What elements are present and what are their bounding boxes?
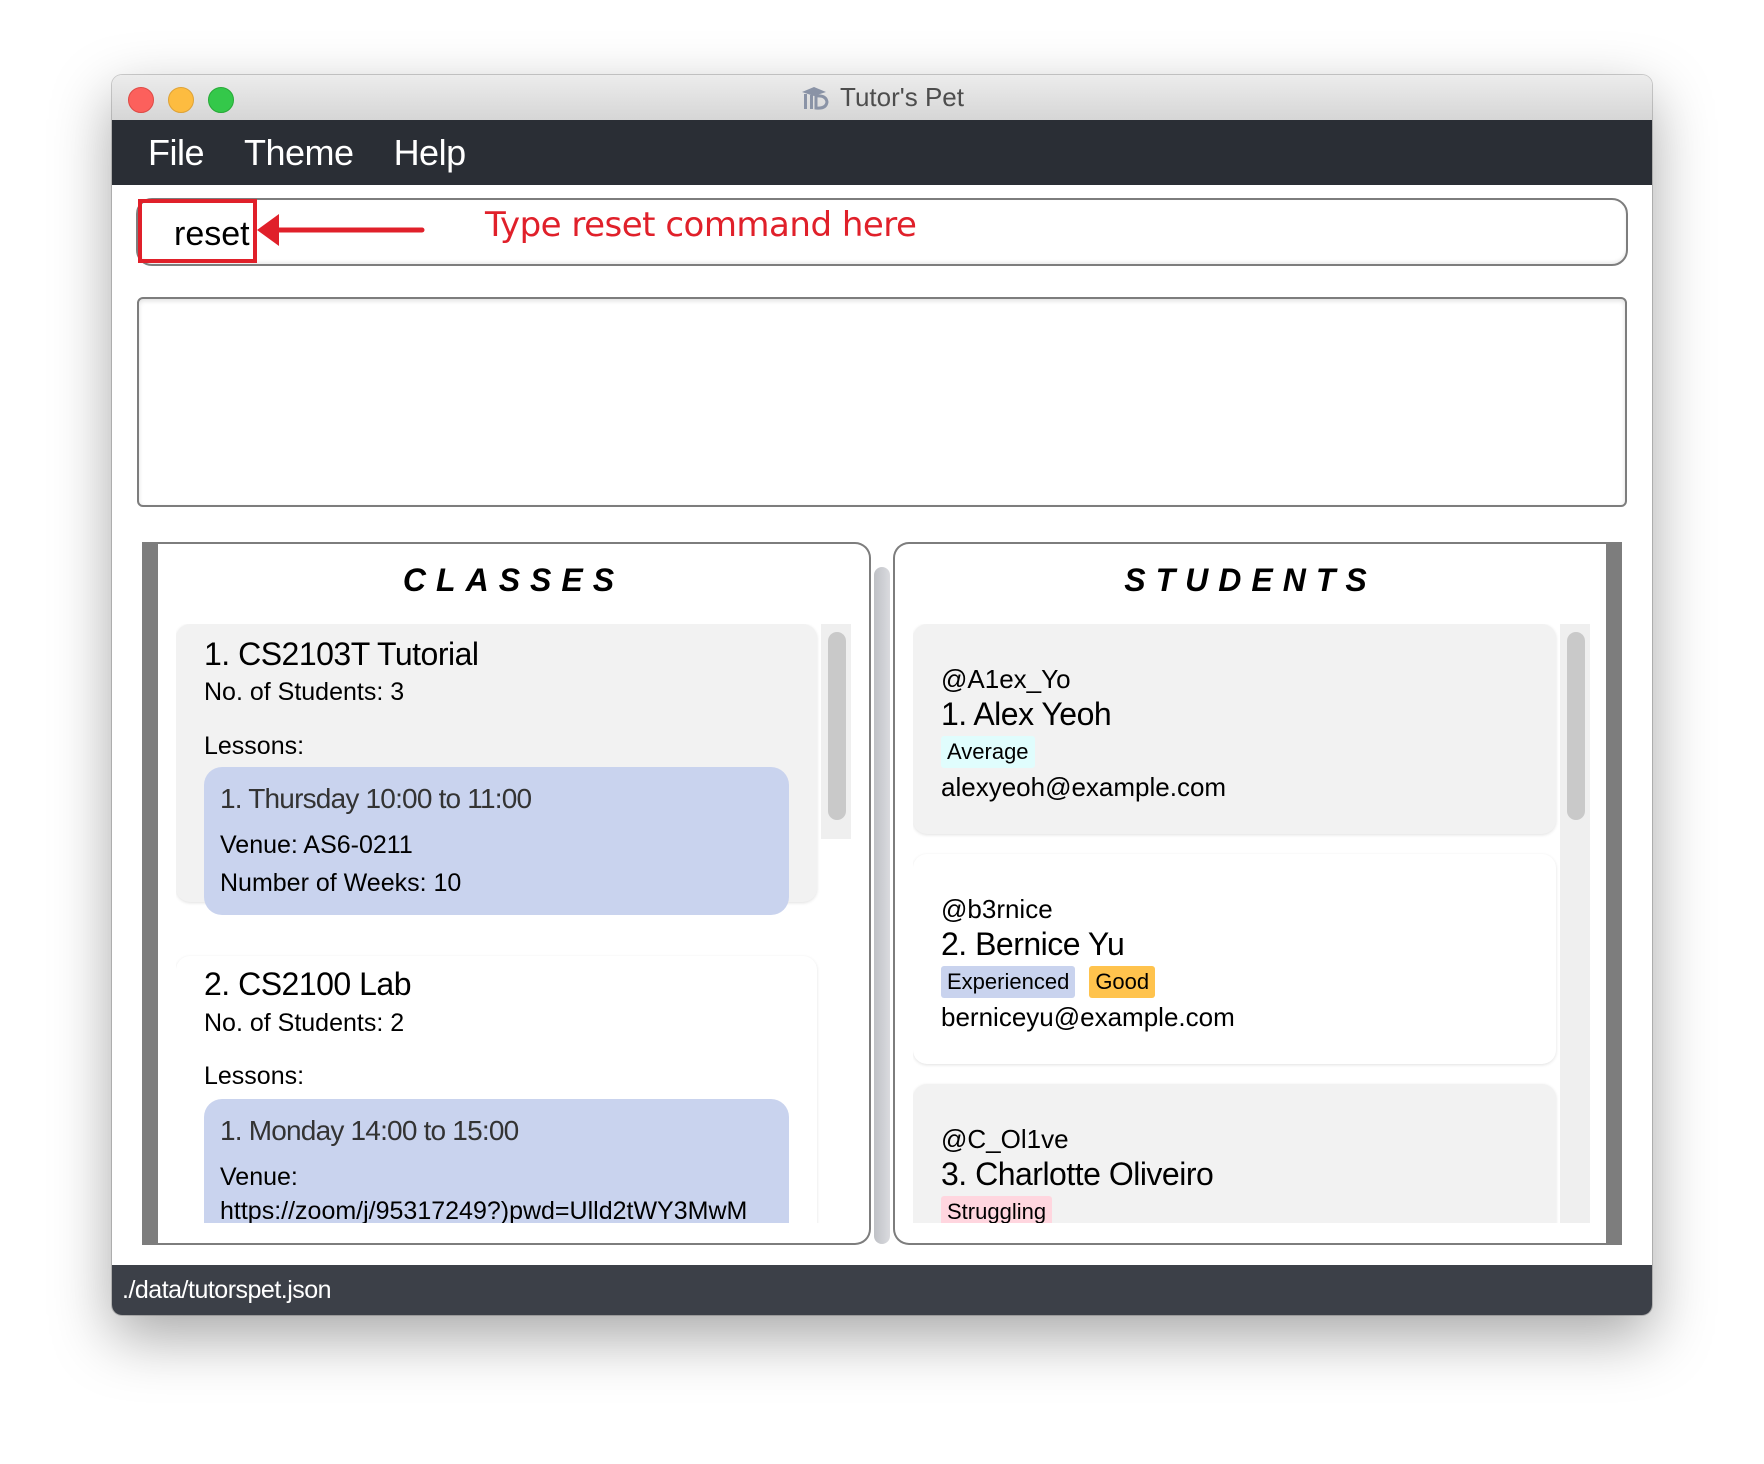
lesson-card[interactable]: 1. Monday 14:00 to 15:00 Venue: https://…	[204, 1099, 789, 1223]
students-panel-title: STUDENTS	[1124, 562, 1377, 598]
class-student-count: No. of Students: 3	[204, 678, 405, 706]
student-card[interactable]: @b3rnice 2. Bernice Yu Experienced Good …	[913, 854, 1556, 1064]
annotation-highlight-box	[138, 199, 257, 263]
window-title-text: Tutor's Pet	[840, 82, 964, 112]
result-display	[137, 297, 1627, 507]
window-title: Tutor's Pet	[112, 75, 1652, 120]
tag-struggling: Struggling	[941, 1196, 1053, 1223]
title-bar: Tutor's Pet	[112, 75, 1652, 121]
class-title: 1. CS2103T Tutorial	[204, 636, 479, 672]
menu-file[interactable]: File	[148, 132, 205, 174]
student-email: berniceyu@example.com	[941, 1002, 1235, 1032]
student-tags: Average	[941, 736, 1035, 768]
student-handle: @b3rnice	[941, 894, 1053, 924]
lesson-weeks: Number of Weeks: 10	[220, 869, 462, 897]
class-card[interactable]: 1. CS2103T Tutorial No. of Students: 3 L…	[176, 624, 817, 915]
student-name: 2. Bernice Yu	[941, 926, 1125, 962]
menu-bar: File Theme Help	[112, 120, 1652, 185]
lessons-label: Lessons:	[204, 1062, 305, 1090]
class-student-count: No. of Students: 2	[204, 1009, 405, 1037]
classes-scrollbar-thumb[interactable]	[828, 632, 846, 820]
app-window: Tutor's Pet File Theme Help Type reset c…	[112, 75, 1652, 1315]
lesson-venue-value: https://zoom/j/95317249?)pwd=Ulld2tWY3Mw…	[220, 1197, 748, 1223]
student-card[interactable]: @A1ex_Yo 1. Alex Yeoh Average alexyeoh@e…	[913, 624, 1556, 834]
student-handle: @C_Ol1ve	[941, 1124, 1069, 1154]
student-name: 1. Alex Yeoh	[941, 696, 1112, 732]
tag-experienced: Experienced	[941, 966, 1076, 998]
split-pane-divider[interactable]	[871, 555, 893, 1245]
student-handle: @A1ex_Yo	[941, 664, 1071, 694]
lesson-card[interactable]: 1. Thursday 10:00 to 11:00 Venue: AS6-02…	[204, 767, 789, 915]
annotation-text: Type reset command here	[485, 205, 917, 245]
class-title: 2. CS2100 Lab	[204, 966, 412, 1002]
student-name: 3. Charlotte Oliveiro	[941, 1156, 1214, 1192]
students-panel: STUDENTS @A1ex_Yo 1. Alex Yeoh Average a…	[893, 542, 1622, 1245]
divider-handle[interactable]	[874, 567, 890, 1244]
classes-panel-title: CLASSES	[402, 562, 625, 598]
students-scrollbar[interactable]	[1560, 624, 1590, 1223]
student-tags: Experienced Good	[941, 966, 1156, 998]
lesson-venue-label: Venue:	[220, 1163, 298, 1191]
student-tags: Struggling	[941, 1196, 1053, 1223]
tag-average: Average	[941, 736, 1035, 768]
tag-good: Good	[1089, 966, 1156, 998]
students-list: @A1ex_Yo 1. Alex Yeoh Average alexyeoh@e…	[913, 624, 1590, 1223]
classes-scrollbar[interactable]	[821, 624, 851, 839]
data-file-path: ./data/tutorspet.json	[122, 1275, 332, 1304]
students-scrollbar-thumb[interactable]	[1567, 632, 1585, 820]
lesson-venue: Venue: AS6-0211	[220, 831, 413, 859]
lesson-time: 1. Thursday 10:00 to 11:00	[220, 783, 532, 814]
class-card[interactable]: 2. CS2100 Lab No. of Students: 2 Lessons…	[176, 956, 817, 1223]
student-card[interactable]: @C_Ol1ve 3. Charlotte Oliveiro Strugglin…	[913, 1084, 1556, 1223]
menu-theme[interactable]: Theme	[244, 132, 354, 174]
menu-help[interactable]: Help	[394, 132, 467, 174]
classes-list: 1. CS2103T Tutorial No. of Students: 3 L…	[176, 624, 851, 1223]
classes-panel: CLASSES 1. CS2103T Tutorial No. of Stude…	[142, 542, 871, 1245]
lesson-time: 1. Monday 14:00 to 15:00	[220, 1115, 519, 1146]
student-email: alexyeoh@example.com	[941, 772, 1227, 802]
app-logo-icon	[802, 86, 829, 110]
status-bar: ./data/tutorspet.json	[112, 1265, 1652, 1315]
lessons-label: Lessons:	[204, 732, 305, 760]
